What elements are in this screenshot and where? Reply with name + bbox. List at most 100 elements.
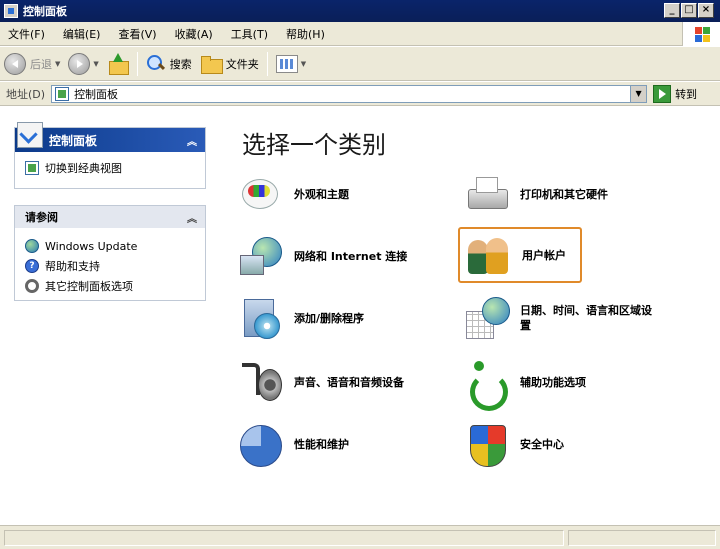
control-panel-task-box: 控制面板 ︽ 切换到经典视图: [14, 122, 206, 189]
category-label-line: 日期、时间、语言和区域设: [520, 304, 652, 317]
control-panel-icon: [17, 122, 43, 148]
see-also-title: 请参阅: [25, 211, 58, 224]
category-appearance[interactable]: 外观和主题: [238, 169, 349, 219]
collapse-icon[interactable]: ︽: [187, 210, 197, 225]
close-button[interactable]: ×: [698, 3, 714, 18]
forward-button[interactable]: ▼: [64, 50, 102, 78]
category-sound[interactable]: 声音、语音和音频设备: [238, 357, 404, 407]
category-label: 打印机和其它硬件: [520, 187, 608, 201]
up-button[interactable]: [103, 50, 133, 78]
see-also-item[interactable]: 其它控制面板选项: [25, 276, 195, 296]
windows-logo-icon: [682, 22, 720, 46]
control-panel-window: 控制面板 _ □ × 文件(F) 编辑(E) 查看(V) 收藏(A) 工具(T)…: [0, 0, 720, 549]
menu-file[interactable]: 文件(F): [0, 26, 54, 42]
user-accounts-icon: [466, 232, 512, 278]
security-shield-icon: [464, 421, 510, 467]
main-content: 选择一个类别 外观和主题 打印机和其它硬件 网络和 Internet 连接 用户…: [212, 107, 720, 525]
network-globe-icon: [238, 233, 284, 279]
search-button[interactable]: 搜索: [142, 50, 196, 78]
address-bar: 地址(D) 控制面板 ▼ 转到: [0, 82, 720, 106]
window-controls: _ □ ×: [664, 3, 714, 18]
task-box-title: 控制面板: [49, 133, 98, 148]
window-title: 控制面板: [23, 5, 67, 18]
control-panel-icon: [55, 86, 70, 101]
address-label: 地址(D): [6, 87, 46, 101]
category-label: 用户帐户: [522, 248, 566, 262]
category-performance[interactable]: 性能和维护: [238, 419, 349, 469]
folders-label: 文件夹: [225, 57, 259, 71]
printer-icon: [464, 171, 510, 217]
folder-icon: [200, 55, 223, 74]
category-label: 性能和维护: [294, 437, 349, 451]
menu-tools[interactable]: 工具(T): [222, 26, 277, 42]
switch-classic-view-link[interactable]: 切换到经典视图: [45, 160, 122, 176]
address-input[interactable]: 控制面板 ▼: [51, 84, 648, 103]
menu-help[interactable]: 帮助(H): [277, 26, 334, 42]
category-accessibility[interactable]: 辅助功能选项: [464, 357, 586, 411]
see-also-item[interactable]: ? 帮助和支持: [25, 256, 195, 276]
back-button[interactable]: 后退 ▼: [0, 50, 64, 78]
category-security-center[interactable]: 安全中心: [464, 419, 564, 469]
minimize-button[interactable]: _: [664, 3, 680, 18]
other-options-link[interactable]: 其它控制面板选项: [45, 278, 133, 294]
switch-view-icon: [25, 161, 39, 175]
menu-bar: 文件(F) 编辑(E) 查看(V) 收藏(A) 工具(T) 帮助(H): [0, 22, 720, 46]
menu-favorites[interactable]: 收藏(A): [166, 26, 222, 42]
control-panel-icon: [4, 4, 18, 18]
go-button[interactable]: 转到: [653, 84, 698, 103]
search-icon: [146, 54, 166, 74]
category-label: 网络和 Internet 连接: [294, 249, 408, 263]
address-dropdown-button[interactable]: ▼: [630, 85, 647, 102]
category-label-line: 置: [520, 319, 531, 332]
add-remove-programs-icon: [238, 295, 284, 341]
toolbar-separator: [266, 51, 268, 76]
folders-button[interactable]: 文件夹: [196, 50, 263, 78]
category-add-remove[interactable]: 添加/删除程序: [238, 293, 364, 343]
title-bar[interactable]: 控制面板 _ □ ×: [0, 0, 720, 22]
chevron-down-icon: ▼: [300, 59, 307, 68]
see-also-task-box: 请参阅 ︽ Windows Update ? 帮助和支持 其它控制面板选项: [14, 205, 206, 301]
category-label: 声音、语音和音频设备: [294, 375, 404, 389]
category-network[interactable]: 网络和 Internet 连接: [238, 231, 407, 281]
maximize-button[interactable]: □: [681, 3, 697, 18]
back-arrow-icon: [4, 52, 26, 75]
category-user-accounts[interactable]: 用户帐户: [458, 227, 582, 283]
go-label: 转到: [675, 87, 698, 101]
menu-view[interactable]: 查看(V): [109, 26, 165, 42]
views-icon: [275, 54, 298, 73]
category-label: 辅助功能选项: [520, 375, 586, 389]
go-arrow-icon: [653, 84, 672, 103]
status-bar: [0, 525, 720, 549]
back-label: 后退: [30, 57, 52, 71]
folder-up-icon: [107, 52, 129, 75]
help-support-link[interactable]: 帮助和支持: [45, 258, 100, 274]
category-label: 添加/删除程序: [294, 311, 365, 325]
gear-icon: [25, 279, 39, 293]
views-button[interactable]: ▼: [272, 50, 310, 78]
help-icon: ?: [25, 259, 39, 273]
date-time-icon: [464, 295, 510, 341]
appearance-themes-icon: [238, 171, 284, 217]
chevron-down-icon: ▼: [55, 59, 61, 68]
windows-update-link[interactable]: Windows Update: [45, 240, 137, 253]
search-label: 搜索: [169, 57, 192, 71]
status-section: [4, 530, 564, 546]
chevron-down-icon: ▼: [93, 59, 99, 68]
category-date-time[interactable]: 日期、时间、语言和区域设 置: [464, 293, 652, 343]
category-printers[interactable]: 打印机和其它硬件: [464, 169, 608, 219]
accessibility-icon: [464, 359, 510, 411]
toolbar-separator: [136, 51, 138, 76]
see-also-item[interactable]: Windows Update: [25, 236, 195, 256]
category-label: 日期、时间、语言和区域设 置: [520, 303, 652, 333]
collapse-icon[interactable]: ︽: [187, 133, 197, 148]
menu-edit[interactable]: 编辑(E): [54, 26, 110, 42]
task-box-header[interactable]: 控制面板 ︽: [15, 122, 205, 152]
category-label: 外观和主题: [294, 187, 349, 201]
forward-arrow-icon: [68, 52, 91, 75]
task-pane: 控制面板 ︽ 切换到经典视图 请参阅 ︽ Windows Update ? 帮助…: [0, 107, 212, 525]
sound-speaker-icon: [238, 359, 284, 405]
windows-update-icon: [25, 239, 39, 253]
toolbar: 后退 ▼ ▼ 搜索 文件夹 ▼: [0, 47, 720, 81]
performance-pie-icon: [238, 421, 284, 467]
see-also-header[interactable]: 请参阅 ︽: [15, 206, 205, 228]
